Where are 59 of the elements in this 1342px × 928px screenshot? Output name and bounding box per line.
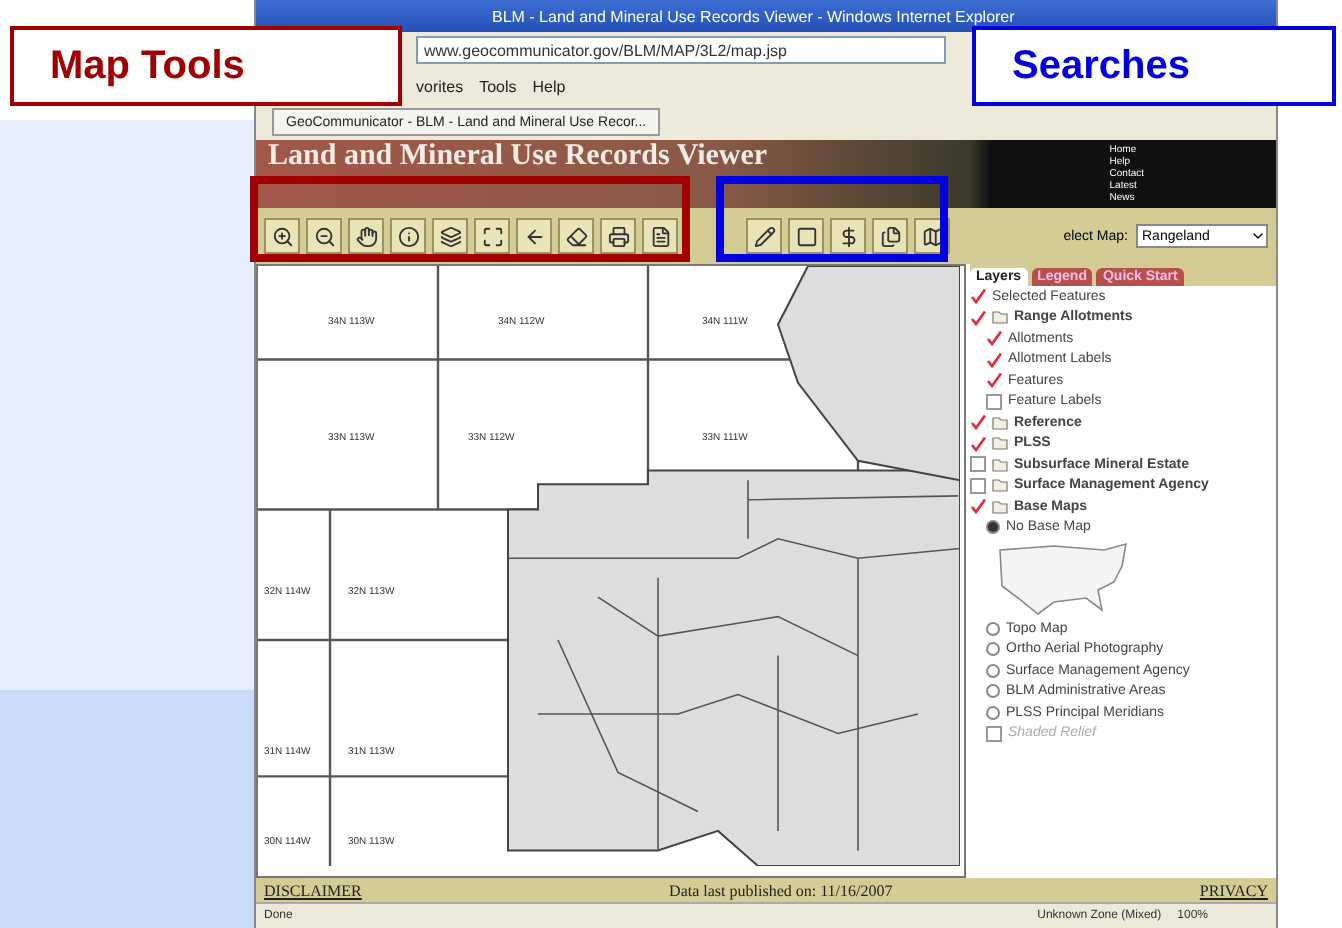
info-icon xyxy=(397,225,419,247)
tool-button[interactable] xyxy=(642,218,678,254)
dollar-icon xyxy=(837,225,859,247)
tool-button[interactable] xyxy=(516,218,552,254)
documents-icon xyxy=(879,225,901,247)
radio-button[interactable] xyxy=(986,520,1000,535)
menu-item[interactable]: vorites xyxy=(416,77,464,95)
hand-icon xyxy=(355,225,377,247)
checkbox[interactable] xyxy=(986,330,1002,347)
back-arrow-icon xyxy=(523,225,545,247)
map-icon xyxy=(921,225,943,247)
tool-button[interactable] xyxy=(474,218,510,254)
search-button[interactable] xyxy=(788,218,824,254)
tool-button[interactable] xyxy=(558,218,594,254)
callout-label: Searches xyxy=(972,26,1336,106)
address-field[interactable]: www.geocommunicator.gov/BLM/MAP/3L2/map.jsp xyxy=(416,36,946,64)
folder-icon xyxy=(992,310,1008,325)
search-button[interactable] xyxy=(746,218,782,254)
document-icon xyxy=(649,225,671,247)
tool-button[interactable] xyxy=(432,218,468,254)
checkbox[interactable] xyxy=(970,477,986,494)
zoom-in-icon xyxy=(271,225,293,247)
search-button[interactable] xyxy=(830,218,866,254)
publish-date: Data last published on: 11/16/2007 xyxy=(669,881,893,899)
square-icon xyxy=(795,225,817,247)
app-title: Land and Mineral Use Records Viewer xyxy=(268,140,768,172)
printer-icon xyxy=(607,225,629,247)
checkbox[interactable] xyxy=(986,393,1002,410)
checkbox[interactable] xyxy=(970,414,986,431)
radio-button[interactable] xyxy=(986,642,1000,657)
checkbox[interactable] xyxy=(970,498,986,515)
tool-button[interactable] xyxy=(306,218,342,254)
checkbox[interactable] xyxy=(970,288,986,305)
tool-button[interactable] xyxy=(390,218,426,254)
privacy-link[interactable]: PRIVACY xyxy=(1199,881,1268,899)
checkbox[interactable] xyxy=(970,309,986,326)
disclaimer-link[interactable]: DISCLAIMER xyxy=(264,881,362,899)
tool-button[interactable] xyxy=(264,218,300,254)
full-extent-icon xyxy=(481,225,503,247)
radio-button[interactable] xyxy=(986,663,1000,678)
radio-button[interactable] xyxy=(986,705,1000,720)
search-button[interactable] xyxy=(872,218,908,254)
radio-button[interactable] xyxy=(986,621,1000,636)
checkbox[interactable] xyxy=(986,372,1002,389)
zoom-out-icon xyxy=(313,225,335,247)
checkbox[interactable] xyxy=(970,456,986,473)
tool-button[interactable] xyxy=(348,218,384,254)
eraser-icon xyxy=(565,225,587,247)
checkbox[interactable] xyxy=(986,351,1002,368)
tool-button[interactable] xyxy=(600,218,636,254)
menu-item[interactable]: Help xyxy=(532,77,566,95)
menu-item[interactable]: Tools xyxy=(479,77,517,95)
window-title: BLM - Land and Mineral Use Records Viewer - Windows Internet Explorer xyxy=(256,0,1276,32)
chevron-down-icon xyxy=(1250,228,1266,244)
radio-button[interactable] xyxy=(986,684,1000,699)
checkbox[interactable] xyxy=(970,435,986,452)
layers-icon xyxy=(439,225,461,247)
pencil-icon xyxy=(753,225,775,247)
callout-label: Map Tools xyxy=(10,26,402,106)
